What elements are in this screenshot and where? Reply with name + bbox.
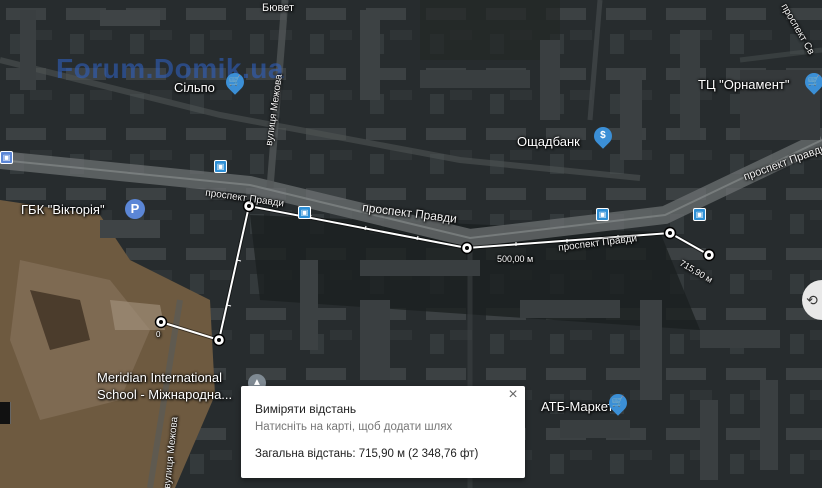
map-edge-control[interactable]	[0, 402, 11, 424]
poi-oshchadbank-label[interactable]: Ощадбанк	[517, 134, 580, 149]
watermark: Forum.Domik.ua	[56, 53, 284, 84]
street-label-top: Бювет	[262, 2, 294, 14]
fuel-icon[interactable]: ▣	[0, 151, 13, 164]
measure-label-start: 0	[156, 330, 161, 339]
poi-meridian-label-1[interactable]: Meridian International	[97, 370, 222, 385]
bus-stop-icon[interactable]: ▣	[214, 160, 227, 173]
bus-stop-icon[interactable]: ▣	[596, 208, 609, 221]
poi-ornament-label[interactable]: ТЦ "Орнамент"	[698, 77, 789, 92]
panel-hint: Натисніть на карті, щоб додати шлях	[255, 421, 453, 433]
total-distance: Загальна відстань: 715,90 м (2 348,76 фт…	[255, 448, 479, 460]
poi-meridian-label-2[interactable]: School - Міжнародна...	[97, 387, 232, 402]
poi-gbk-label[interactable]: ГБК "Вікторія"	[21, 202, 105, 217]
poi-atb-label[interactable]: АТБ-Маркет	[541, 399, 613, 414]
close-icon[interactable]: ×	[505, 387, 521, 403]
poi-silpo-label[interactable]: Сільпо	[174, 80, 215, 95]
bus-stop-icon[interactable]: ▣	[693, 208, 706, 221]
satellite-map[interactable]: Forum.Domik.ua Бювет вулиця Межова просп…	[0, 0, 822, 488]
panel-title: Виміряти відстань	[255, 402, 357, 416]
bus-stop-icon[interactable]: ▣	[298, 206, 311, 219]
parking-icon[interactable]: P	[125, 199, 145, 219]
measure-distance-panel: × Виміряти відстань Натисніть на карті, …	[241, 386, 525, 478]
measure-label-mid: 500,00 м	[497, 254, 534, 264]
